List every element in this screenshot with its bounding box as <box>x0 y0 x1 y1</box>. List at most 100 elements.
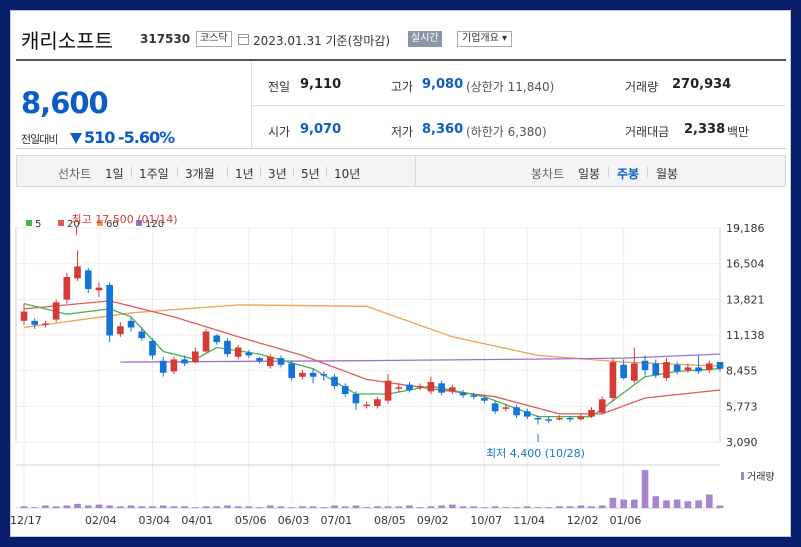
volume-bar <box>384 506 392 508</box>
volume-bar <box>705 494 713 508</box>
candle-body <box>352 394 360 404</box>
volume-bar <box>652 496 660 508</box>
volume-bar <box>545 507 552 508</box>
volume-bar <box>406 505 413 508</box>
x-tick-label: 09/02 <box>417 514 449 527</box>
volume-bar <box>459 506 467 508</box>
period-5y[interactable]: 5년 <box>301 165 320 182</box>
x-tick-label: 03/04 <box>138 514 170 527</box>
candle-body <box>117 326 124 335</box>
candle-body <box>588 409 595 417</box>
ma120-line <box>120 353 721 363</box>
amount-label: 거래대금 <box>625 125 670 139</box>
divider <box>227 167 228 177</box>
y-tick-label: 13,821 <box>726 293 765 306</box>
candle-body <box>395 387 403 389</box>
prev-day-label: 전일대비 <box>21 133 58 146</box>
volume-bar <box>256 507 263 508</box>
volume-bar <box>127 505 135 508</box>
volume-bar <box>202 506 210 508</box>
realtime-button[interactable]: 실시간 <box>408 31 442 47</box>
legend-swatch <box>58 220 64 226</box>
upper-limit: (상한가 11,840) <box>466 80 555 94</box>
volume-bar <box>577 505 585 508</box>
period-3y[interactable]: 3년 <box>268 165 287 182</box>
volume-bar <box>309 506 317 508</box>
volume-bar <box>192 507 199 508</box>
candle-body <box>331 376 338 387</box>
prev-close-value: 9,110 <box>300 77 342 92</box>
line-chart-title: 선차트 <box>58 167 92 181</box>
candle-body <box>320 374 328 376</box>
candle-body <box>52 302 60 320</box>
market-badge: 코스닥 <box>196 31 232 47</box>
prev-close-label: 전일 <box>268 80 291 94</box>
high-annotation: 최고 17,500 (01/14) <box>72 213 178 226</box>
volume-bar <box>502 507 510 508</box>
period-10y[interactable]: 10년 <box>334 165 360 182</box>
volume-bar <box>31 507 39 508</box>
candle-body <box>149 340 156 356</box>
amount-unit: 백만 <box>727 125 750 139</box>
price-change: 510 <box>84 128 115 147</box>
y-tick-label: 16,504 <box>726 258 765 271</box>
volume-bar <box>416 507 424 508</box>
candle-body <box>523 411 531 417</box>
y-tick-label: 11,138 <box>726 329 765 342</box>
candle-body <box>481 397 488 401</box>
volume-bar <box>277 506 285 508</box>
volume-bar <box>299 506 306 508</box>
volume-bar <box>234 506 242 508</box>
volume-bar <box>117 506 124 508</box>
volume-bar <box>470 506 478 508</box>
candle-body <box>502 407 510 409</box>
volume-bar <box>438 505 445 508</box>
period-1y[interactable]: 1년 <box>235 165 254 182</box>
volume-bar <box>598 505 606 508</box>
period-1w[interactable]: 1주일 <box>139 165 169 182</box>
volume-bar <box>673 499 681 508</box>
candle-body <box>299 372 306 377</box>
candle-body <box>63 277 71 300</box>
period-3m[interactable]: 3개월 <box>185 165 215 182</box>
volume-bar <box>20 506 28 508</box>
candle-body <box>695 367 702 372</box>
volume-bar <box>556 506 563 508</box>
candle-body <box>448 387 456 392</box>
candle-body <box>438 383 445 393</box>
candle-body <box>416 386 424 388</box>
company-overview-button[interactable]: 기업개요 ▾ <box>457 31 512 47</box>
volume-bar <box>374 506 381 508</box>
candle-body <box>42 323 49 326</box>
candle-body <box>631 363 638 381</box>
x-tick-label: 11/04 <box>513 514 545 527</box>
volume-bar <box>566 506 574 508</box>
low-value: 8,360 <box>422 122 464 137</box>
y-tick-label: 3,090 <box>726 436 758 449</box>
volume-bar <box>491 506 499 508</box>
volume-bar <box>427 506 435 508</box>
price-chart[interactable]: 19,186 16,504 13,821 11,138 8,455 5,773 3,090 1… <box>10 206 791 537</box>
candle-weekly[interactable]: 주봉 <box>617 165 639 182</box>
y-tick-label: 5,773 <box>726 400 758 413</box>
divider <box>177 167 178 177</box>
period-1d[interactable]: 1일 <box>105 165 124 182</box>
volume-bar <box>149 506 156 508</box>
volume-bar <box>170 506 178 508</box>
candle-body <box>159 360 167 373</box>
candle-monthly[interactable]: 월봉 <box>656 165 678 182</box>
chart-nav: 선차트 1일 1주일 3개월 1년 3년 5년 10년 봉차트 일봉 주봉 월봉 <box>16 155 786 187</box>
volume-bar <box>181 506 188 508</box>
volume-bar <box>448 504 456 508</box>
volume-bar <box>266 505 274 508</box>
candle-body <box>652 363 660 376</box>
amount-value: 2,338 <box>684 122 726 137</box>
candle-body <box>609 362 617 398</box>
volume-bar <box>684 501 692 508</box>
candle-chart-title: 봉차트 <box>531 167 565 181</box>
volume-bar <box>74 503 81 508</box>
volume-bar <box>609 497 617 508</box>
price-panel: 8,600 전일대비 510 -5.60% 전일 9,110 고가 9,080 … <box>16 59 786 149</box>
stock-widget: 캐리소프트 317530 코스닥 2023.01.31 기준(장마감) 실시간 … <box>10 10 791 537</box>
candle-daily[interactable]: 일봉 <box>578 165 600 182</box>
